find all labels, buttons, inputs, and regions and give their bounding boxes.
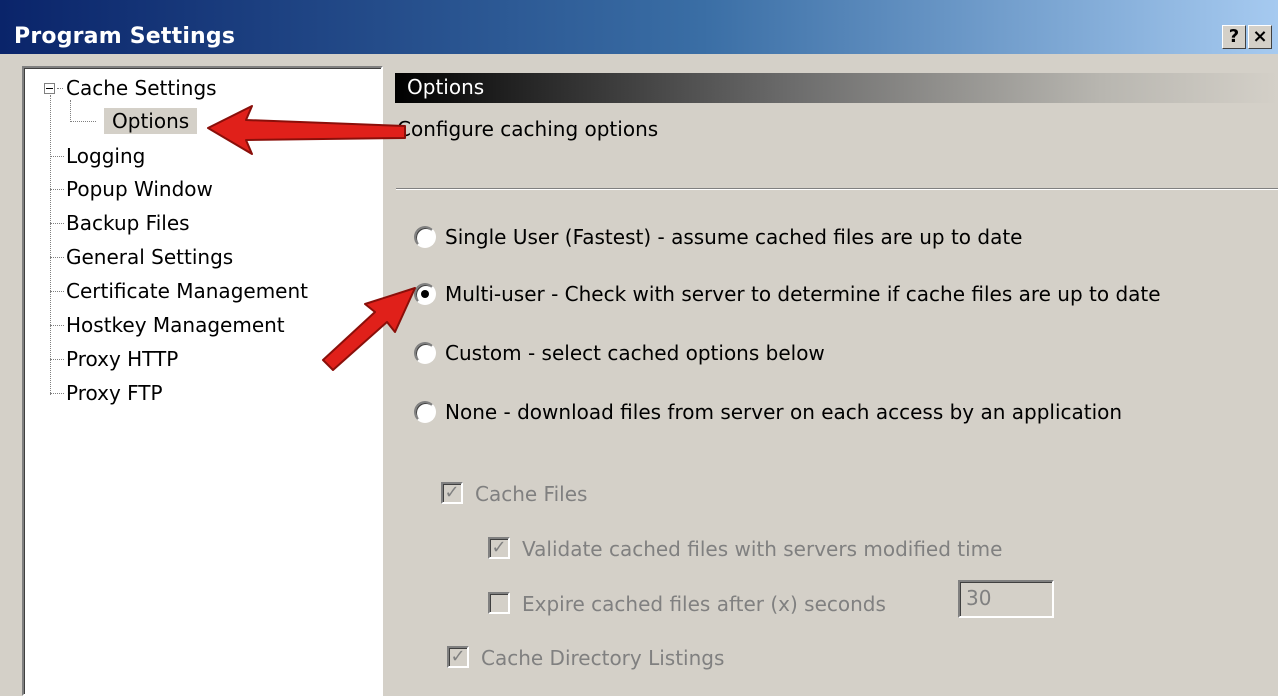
checkbox-cache-directory-listings-box[interactable]: ✓ [447, 646, 469, 668]
check-icon: ✓ [450, 646, 466, 667]
tree-connector [50, 393, 64, 394]
checkbox-cache-directory-listings-label: Cache Directory Listings [481, 646, 725, 670]
tree-connector [50, 257, 64, 258]
close-button[interactable]: × [1248, 25, 1272, 49]
tree-item-general-settings[interactable]: General Settings [66, 244, 233, 270]
checkbox-validate-cached-label: Validate cached files with servers modif… [522, 537, 1003, 561]
radio-none-button[interactable] [414, 401, 436, 423]
window-title: Program Settings [14, 24, 236, 49]
tree-connector [57, 88, 63, 89]
collapse-minus-icon[interactable] [44, 83, 55, 94]
tree-connector [50, 189, 64, 190]
radio-multi-user-button[interactable] [414, 283, 436, 305]
radio-single-user-button[interactable] [414, 226, 436, 248]
expire-seconds-input[interactable]: 30 [958, 580, 1054, 618]
tree-item-cache-settings[interactable]: Cache Settings [66, 75, 217, 101]
tree-connector [50, 359, 64, 360]
tree-connector [70, 100, 71, 122]
radio-custom-button[interactable] [414, 342, 436, 364]
tree-item-proxy-http[interactable]: Proxy HTTP [66, 346, 178, 372]
check-icon: ✓ [491, 537, 507, 558]
tree-connector [50, 156, 64, 157]
tree-item-popup-window[interactable]: Popup Window [66, 176, 213, 202]
checkbox-cache-files-box[interactable]: ✓ [441, 482, 463, 504]
settings-tree[interactable]: Cache Settings Options Logging Popup Win… [22, 66, 383, 696]
radio-none-label: None - download files from server on eac… [445, 400, 1123, 424]
tree-item-backup-files[interactable]: Backup Files [66, 210, 190, 236]
options-header-bar: Options [395, 73, 1278, 103]
tree-item-certificate-management[interactable]: Certificate Management [66, 278, 308, 304]
radio-multi-user-label: Multi-user - Check with server to determ… [445, 282, 1161, 306]
tree-connector [70, 121, 96, 122]
tree-connector [50, 291, 64, 292]
checkbox-expire-cached-label: Expire cached files after (x) seconds [522, 592, 886, 616]
tree-item-hostkey-management[interactable]: Hostkey Management [66, 312, 285, 338]
title-bar: Program Settings ? × [0, 0, 1278, 54]
tree-connector [50, 223, 64, 224]
radio-single-user-label: Single User (Fastest) - assume cached fi… [445, 225, 1023, 249]
section-divider [396, 188, 1278, 190]
tree-connector [50, 95, 51, 395]
tree-item-options[interactable]: Options [104, 108, 198, 134]
checkbox-validate-cached-box[interactable]: ✓ [488, 537, 510, 559]
tree-connector [50, 325, 64, 326]
tree-item-proxy-ftp[interactable]: Proxy FTP [66, 380, 163, 406]
help-button[interactable]: ? [1222, 25, 1246, 49]
checkbox-expire-cached-box[interactable] [488, 592, 510, 614]
check-icon: ✓ [444, 482, 460, 503]
tree-item-logging[interactable]: Logging [66, 143, 145, 169]
checkbox-cache-files-label: Cache Files [475, 482, 588, 506]
options-header-title: Options [407, 75, 485, 99]
options-description: Configure caching options [397, 117, 659, 141]
radio-custom-label: Custom - select cached options below [445, 341, 825, 365]
